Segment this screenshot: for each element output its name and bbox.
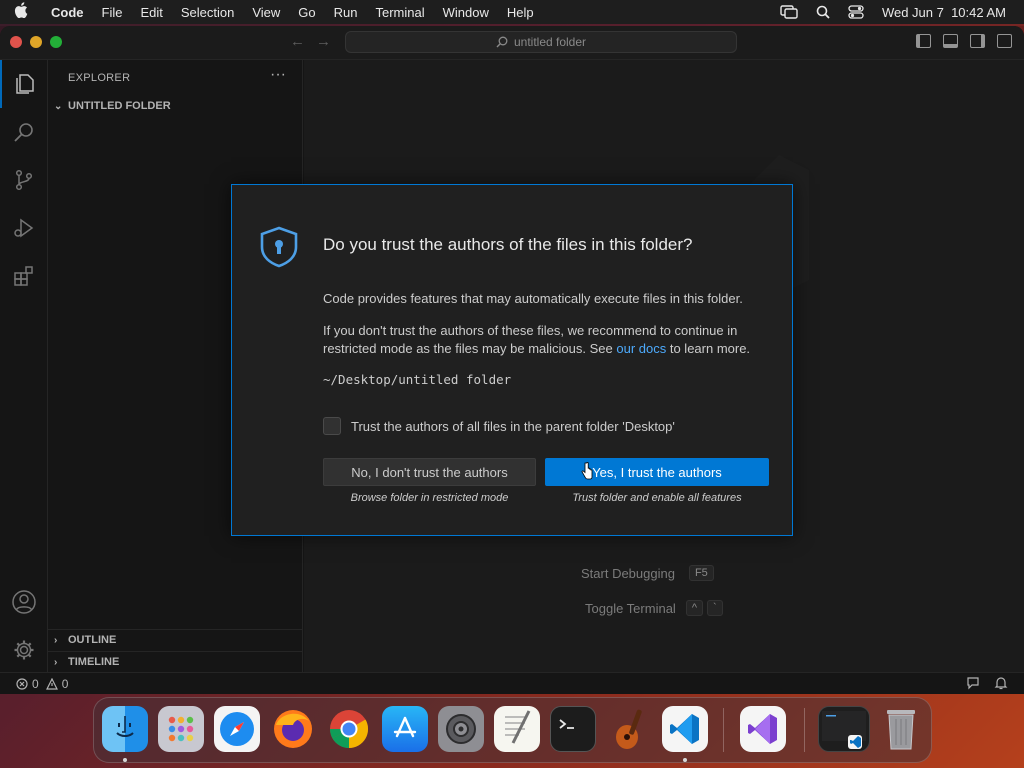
folder-path: ~/Desktop/untitled folder: [323, 372, 512, 387]
menu-window[interactable]: Window: [434, 5, 498, 20]
firefox-icon[interactable]: [270, 706, 316, 752]
trust-parent-checkbox-row[interactable]: Trust the authors of all files in the pa…: [323, 417, 675, 435]
system-settings-icon[interactable]: [438, 706, 484, 752]
chrome-icon[interactable]: [326, 706, 372, 752]
macos-dock: [93, 697, 932, 763]
menu-selection[interactable]: Selection: [172, 5, 243, 20]
dialog-message: Code provides features that may automati…: [323, 291, 743, 306]
menu-help[interactable]: Help: [498, 5, 543, 20]
safari-icon[interactable]: [214, 706, 260, 752]
shield-lock-icon: [260, 226, 298, 268]
menubar-clock[interactable]: Wed Jun 7 10:42 AM: [882, 5, 1006, 20]
visual-studio-icon[interactable]: [740, 706, 786, 752]
mouse-cursor-icon: [581, 462, 593, 480]
dialog-detail-text-end: to learn more.: [666, 341, 751, 356]
menu-edit[interactable]: Edit: [131, 5, 171, 20]
apple-menu-icon[interactable]: [14, 2, 42, 22]
textedit-icon[interactable]: [494, 706, 540, 752]
control-center-icon[interactable]: [848, 5, 864, 19]
menu-terminal[interactable]: Terminal: [367, 5, 434, 20]
dock-separator: [804, 708, 805, 752]
trust-authors-subtext: Trust folder and enable all features: [572, 492, 742, 504]
menu-run[interactable]: Run: [325, 5, 367, 20]
dialog-detail: If you don't trust the authors of these …: [323, 322, 783, 358]
vscode-icon[interactable]: [662, 706, 708, 752]
dont-trust-button[interactable]: No, I don't trust the authors: [323, 458, 536, 486]
trust-parent-checkbox[interactable]: [323, 417, 341, 435]
spotlight-search-icon[interactable]: [816, 5, 830, 19]
menu-app-name[interactable]: Code: [42, 5, 93, 20]
trust-parent-checkbox-label[interactable]: Trust the authors of all files in the pa…: [351, 419, 675, 434]
macos-menubar: Code File Edit Selection View Go Run Ter…: [0, 0, 1024, 24]
app-store-icon[interactable]: [382, 706, 428, 752]
finder-icon[interactable]: [102, 706, 148, 752]
workspace-trust-dialog: Do you trust the authors of the files in…: [231, 184, 793, 536]
running-indicator: [123, 758, 127, 762]
vscode-minimized-window-icon[interactable]: [818, 706, 870, 752]
menu-file[interactable]: File: [93, 5, 132, 20]
trust-authors-button[interactable]: Yes, I trust the authors: [545, 458, 769, 486]
running-indicator: [683, 758, 687, 762]
dont-trust-subtext: Browse folder in restricted mode: [350, 492, 509, 504]
terminal-icon[interactable]: [550, 706, 596, 752]
trash-icon[interactable]: [878, 706, 924, 752]
our-docs-link[interactable]: our docs: [616, 341, 666, 356]
garageband-icon[interactable]: [606, 706, 652, 752]
dialog-title: Do you trust the authors of the files in…: [323, 235, 693, 254]
dock-separator: [723, 708, 724, 752]
menu-go[interactable]: Go: [289, 5, 324, 20]
menu-view[interactable]: View: [243, 5, 289, 20]
screen-mirroring-icon[interactable]: [780, 5, 798, 19]
launchpad-icon[interactable]: [158, 706, 204, 752]
